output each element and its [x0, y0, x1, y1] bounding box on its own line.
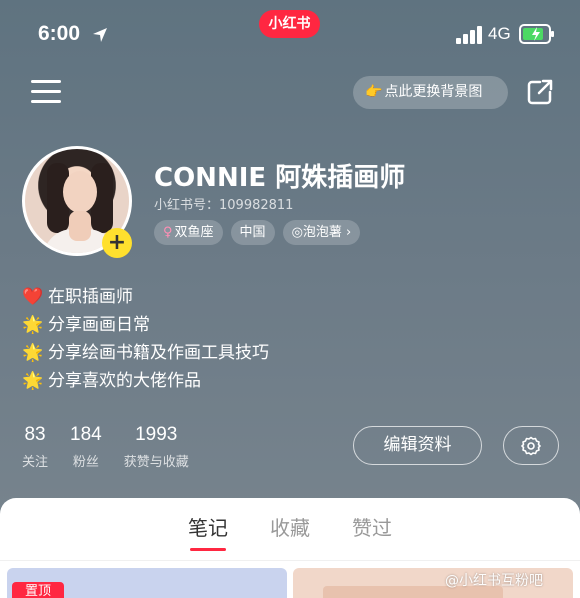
tab-liked[interactable]: 赞过: [352, 512, 392, 551]
bio-text: 分享绘画书籍及作画工具技巧: [48, 343, 269, 363]
star-icon: 🌟: [22, 371, 44, 391]
pinned-badge: 置顶: [12, 582, 64, 598]
tab-bar: 笔记 收藏 赞过: [0, 512, 580, 551]
profile-bio: ❤️ 在职插画师 🌟 分享画画日常 🌟 分享绘画书籍及作画工具技巧 🌟 分享喜欢的大佬作…: [22, 283, 269, 395]
stat-value: 184: [70, 424, 102, 445]
female-icon: ♀: [163, 225, 173, 240]
bio-line: 🌟 分享画画日常: [22, 311, 269, 339]
signal-icon: [456, 26, 482, 44]
star-icon: 🌟: [22, 315, 44, 335]
stat-label: 关注: [22, 455, 49, 470]
status-time: 6:00: [38, 22, 81, 45]
watermark: @小红书互粉吧: [445, 573, 543, 589]
profile-tags: ♀ 双鱼座 中国 ◎泡泡薯 ›: [154, 220, 361, 245]
tag-level-label: 泡泡薯 ›: [302, 225, 352, 240]
battery-icon: [519, 24, 554, 44]
tag-zodiac-label: 双鱼座: [174, 225, 214, 240]
app-badge: 小红书: [259, 10, 320, 38]
tag-location[interactable]: 中国: [230, 220, 275, 245]
profile-stats: 83 关注 184 粉丝 1993 获赞与收藏: [22, 424, 211, 470]
bio-line: ❤️ 在职插画师: [22, 283, 269, 311]
bio-text: 分享画画日常: [48, 315, 150, 335]
tab-notes[interactable]: 笔记: [188, 512, 228, 551]
star-icon: 🌟: [22, 343, 44, 363]
stat-value: 1993: [135, 424, 178, 445]
bio-line: 🌟 分享喜欢的大佬作品: [22, 367, 269, 395]
menu-icon[interactable]: [31, 80, 61, 106]
bio-text: 分享喜欢的大佬作品: [48, 371, 201, 391]
network-label: 4G: [488, 24, 511, 43]
profile-nickname: CONNIE 阿姝插画师: [154, 163, 406, 193]
stat-value: 83: [24, 424, 46, 445]
tag-level[interactable]: ◎泡泡薯 ›: [282, 220, 361, 245]
edit-profile-button[interactable]: 编辑资料: [353, 426, 482, 465]
stat-followers[interactable]: 184 粉丝: [70, 424, 102, 470]
stat-label: 获赞与收藏: [123, 455, 189, 470]
tab-collections[interactable]: 收藏: [270, 512, 310, 551]
bio-line: 🌟 分享绘画书籍及作画工具技巧: [22, 339, 269, 367]
pointing-hand-icon: 👉: [365, 84, 383, 100]
tag-location-label: 中国: [239, 225, 266, 240]
gear-icon: [521, 436, 541, 456]
bio-text: 在职插画师: [48, 287, 133, 307]
location-arrow-icon: [93, 28, 107, 42]
level-icon: ◎: [291, 225, 303, 240]
stat-likes-collects[interactable]: 1993 获赞与收藏: [124, 424, 189, 470]
add-story-button[interactable]: +: [102, 228, 132, 258]
share-icon[interactable]: [526, 78, 554, 106]
stat-following[interactable]: 83 关注: [22, 424, 48, 470]
settings-button[interactable]: [503, 426, 559, 465]
stat-label: 粉丝: [72, 455, 99, 470]
change-background-label: 点此更换背景图: [384, 84, 483, 100]
change-background-button[interactable]: 👉 点此更换背景图: [353, 76, 508, 109]
status-bar: 6:00 小红书 4G: [0, 0, 580, 64]
heart-icon: ❤️: [22, 287, 44, 307]
tag-zodiac[interactable]: ♀ 双鱼座: [154, 220, 223, 245]
tab-divider: [0, 560, 580, 561]
profile-user-id: 小红书号：109982811: [154, 198, 294, 213]
avatar[interactable]: +: [22, 146, 132, 258]
